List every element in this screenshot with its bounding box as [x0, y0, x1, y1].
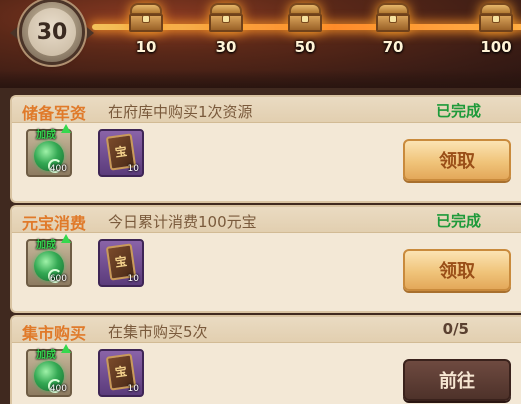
claim-button[interactable]: 领取 — [403, 139, 511, 181]
item-count: 400 — [49, 384, 67, 394]
treasure-chest-icon[interactable] — [126, 3, 166, 35]
treasure-chest-icon[interactable] — [206, 3, 246, 35]
item-count: 10 — [127, 164, 139, 174]
milestone-label: 30 — [215, 38, 237, 56]
reward-item-card[interactable]: 宝 10 — [98, 349, 144, 397]
task-progress: 0/5 — [442, 320, 469, 338]
activity-progress-header: 30 10 30 50 70 100 — [0, 0, 521, 88]
treasure-chest-icon[interactable] — [476, 3, 516, 35]
task-name: 元宝消费 — [22, 214, 87, 233]
activity-level-badge: 30 — [10, 2, 94, 66]
task-description: 在集市购买5次 — [108, 323, 208, 341]
milestone-label: 70 — [382, 38, 404, 56]
milestone-label: 10 — [135, 38, 157, 56]
reward-item-card[interactable]: 宝 10 — [98, 129, 144, 177]
task-row: 集市购买 在集市购买5次 0/5 加成 400 宝 10 前往 — [10, 315, 521, 404]
milestone-label: 100 — [480, 38, 512, 56]
bonus-up-arrow-icon — [61, 344, 71, 353]
claim-button[interactable]: 领取 — [403, 249, 511, 291]
reward-item-card[interactable]: 宝 10 — [98, 239, 144, 287]
reward-item-jade[interactable]: 加成 600 — [26, 234, 72, 287]
item-count: 10 — [127, 384, 139, 394]
task-status: 已完成 — [435, 212, 481, 230]
activity-level-value: 30 — [28, 8, 76, 56]
reward-item-jade[interactable]: 加成 400 — [26, 344, 72, 397]
treasure-chest-icon[interactable] — [285, 3, 325, 35]
task-name: 集市购买 — [22, 324, 87, 343]
milestone-label: 50 — [294, 38, 316, 56]
reward-item-jade[interactable]: 加成 400 — [26, 124, 72, 177]
task-status: 已完成 — [435, 102, 481, 120]
task-list[interactable]: 储备军资 在府库中购买1次资源 已完成 加成 400 宝 10 领取 元宝消费 … — [0, 88, 521, 404]
item-count: 400 — [49, 164, 67, 174]
task-description: 今日累计消费100元宝 — [108, 213, 257, 231]
bonus-up-arrow-icon — [61, 234, 71, 243]
task-row: 元宝消费 今日累计消费100元宝 已完成 加成 600 宝 10 领取 — [10, 205, 521, 313]
bonus-tag: 加成 — [36, 350, 56, 361]
task-description: 在府库中购买1次资源 — [108, 103, 253, 121]
treasure-chest-icon[interactable] — [373, 3, 413, 35]
go-button[interactable]: 前往 — [403, 359, 511, 401]
item-count: 600 — [49, 274, 67, 284]
task-name: 储备军资 — [22, 104, 87, 123]
bonus-tag: 加成 — [36, 240, 56, 251]
item-count: 10 — [127, 274, 139, 284]
task-row: 储备军资 在府库中购买1次资源 已完成 加成 400 宝 10 领取 — [10, 95, 521, 203]
bonus-up-arrow-icon — [61, 124, 71, 133]
bonus-tag: 加成 — [36, 130, 56, 141]
